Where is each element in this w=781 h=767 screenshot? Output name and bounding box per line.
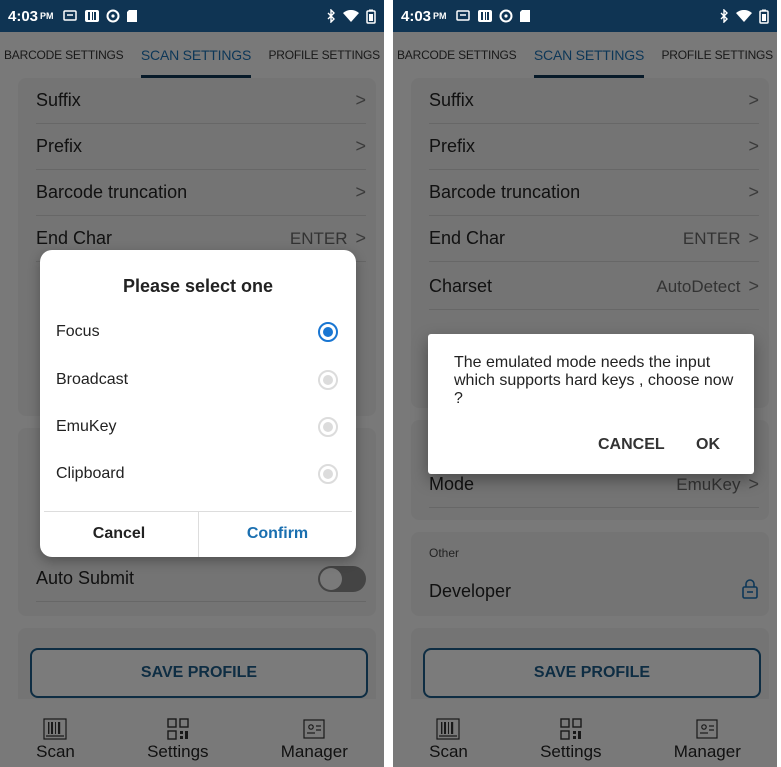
option-emukey[interactable]: EmuKey (56, 415, 338, 439)
alert-message: The emulated mode needs the input which … (454, 354, 734, 407)
wifi-icon (343, 9, 359, 22)
notification-icons (455, 9, 531, 23)
wifi-icon (736, 9, 752, 22)
notification-icons (62, 9, 138, 23)
emulated-mode-alert: The emulated mode needs the input which … (428, 334, 754, 474)
sd-card-icon (126, 10, 137, 22)
option-label: Clipboard (56, 465, 125, 482)
alert-ok-button[interactable]: OK (696, 436, 720, 454)
dialog-title: Please select one (122, 276, 274, 296)
battery-icon (366, 9, 376, 24)
bluetooth-icon (720, 9, 728, 23)
option-clipboard[interactable]: Clipboard (56, 462, 338, 486)
barcode-icon (477, 10, 492, 22)
usb-icon (62, 10, 77, 21)
option-label: Focus (56, 323, 100, 340)
select-output-dialog: Please select one Focus Broadcast EmuKey… (40, 250, 356, 557)
bluetooth-icon (327, 9, 335, 23)
option-focus[interactable]: Focus (56, 320, 338, 344)
radio-unselected-icon[interactable] (318, 417, 338, 437)
option-broadcast[interactable]: Broadcast (56, 368, 338, 392)
option-label: EmuKey (56, 418, 117, 435)
sync-icon (499, 9, 513, 23)
radio-unselected-icon[interactable] (318, 464, 338, 484)
confirm-button[interactable]: Confirm (199, 511, 356, 557)
status-time: 4:03 (8, 7, 39, 25)
cancel-button[interactable]: Cancel (40, 511, 198, 557)
radio-selected-icon[interactable] (318, 322, 338, 342)
status-bar: 4:03 PM (393, 0, 777, 32)
sync-icon (106, 9, 120, 23)
sd-card-icon (519, 10, 530, 22)
usb-icon (455, 10, 470, 21)
status-ampm: PM (433, 11, 447, 21)
battery-icon (759, 9, 769, 24)
option-label: Broadcast (56, 371, 129, 388)
system-icons (719, 9, 769, 24)
status-time: 4:03 (401, 7, 432, 25)
phone-screen-right: 4:03PM BARCODE SETTINGS SCAN SETTINGS PR… (393, 0, 777, 767)
system-icons (326, 9, 376, 24)
alert-cancel-button[interactable]: CANCEL (598, 436, 665, 454)
status-bar: 4:03 PM (0, 0, 384, 32)
status-ampm: PM (40, 11, 54, 21)
radio-unselected-icon[interactable] (318, 370, 338, 390)
barcode-icon (84, 10, 99, 22)
phone-screen-left: 4:03PM BARCODE SETTINGS SCAN SETTINGS PR… (0, 0, 384, 767)
